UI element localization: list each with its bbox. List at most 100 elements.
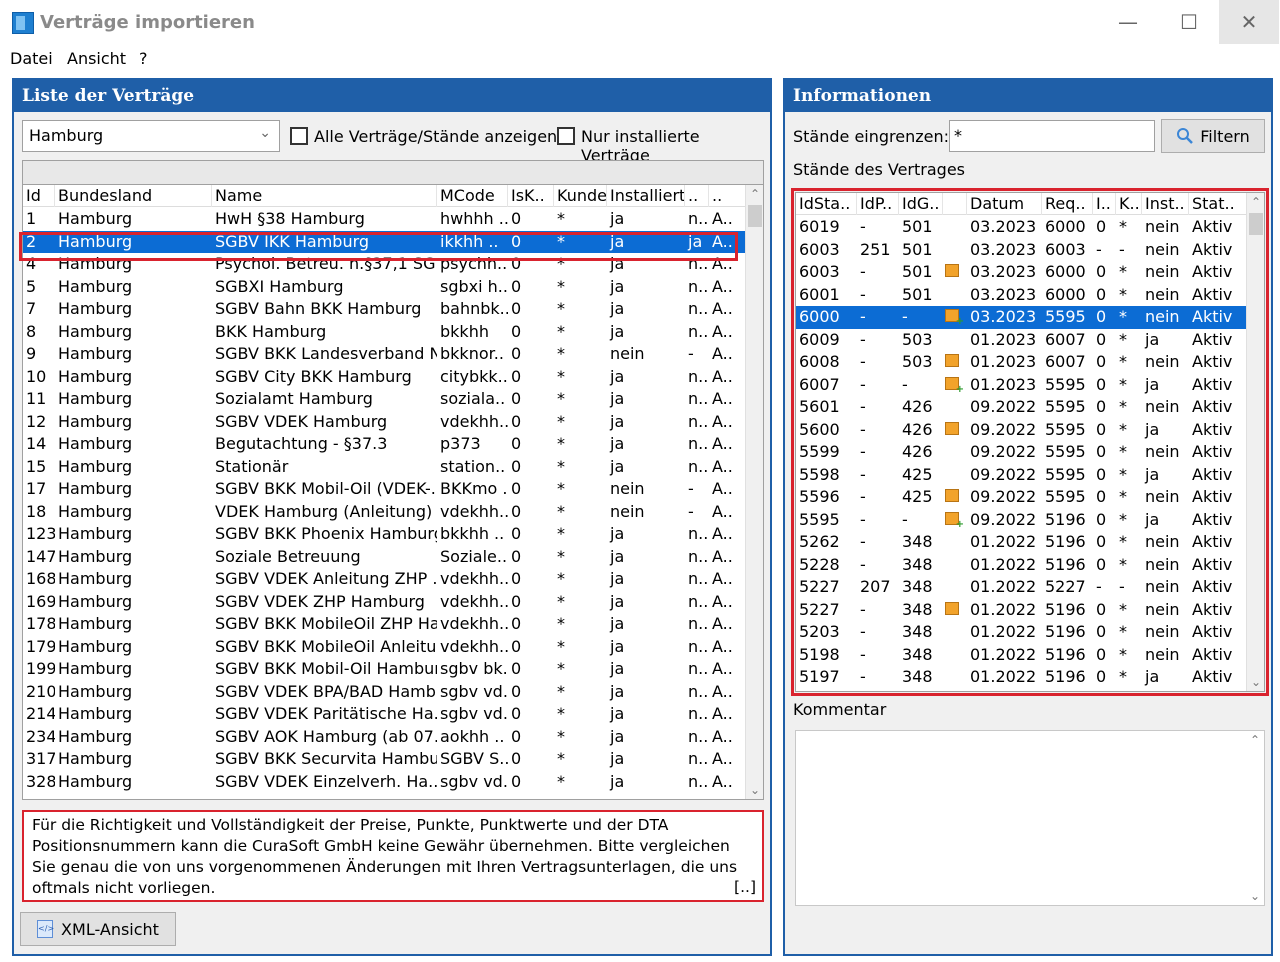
col-isk[interactable]: IsK.. bbox=[508, 185, 554, 207]
table-row[interactable]: 5197 - 348 01.2022 5196 0 * ja Aktiv bbox=[796, 666, 1246, 689]
table-row[interactable]: 17 Hamburg SGBV BKK Mobil-Oil (VDEK-.. BKKm… bbox=[23, 478, 745, 501]
table-row[interactable]: 214 Hamburg SGBV VDEK Paritätische Ha.. sgb… bbox=[23, 703, 745, 726]
table-row[interactable]: 317 Hamburg SGBV BKK Securvita Hambu.. SGBV… bbox=[23, 748, 745, 771]
close-button[interactable]: ✕ bbox=[1219, 0, 1279, 44]
cell-k: * bbox=[1119, 464, 1127, 484]
installed-only-checkbox[interactable] bbox=[557, 127, 575, 145]
table-row[interactable]: 6008 - 503 01.2023 6007 0 * nein Aktiv bbox=[796, 351, 1246, 374]
cell-installiert: ja bbox=[610, 209, 625, 228]
table-row[interactable]: 10 Hamburg SGBV City BKK Hamburg citybkk.. 0… bbox=[23, 366, 745, 389]
menu-datei[interactable]: Datei bbox=[10, 49, 53, 68]
table-row[interactable]: 9 Hamburg SGBV BKK Landesverband N.. bkknor… bbox=[23, 343, 745, 366]
table-row[interactable]: 6007--01.202355950*jaAktiv bbox=[796, 374, 1246, 397]
table-row[interactable]: 14 Hamburg Begutachtung - §37.3 p373 0 * ja n..… bbox=[23, 433, 745, 456]
table-row[interactable]: 199 Hamburg SGBV BKK Mobil-Oil Hamburg sgbv… bbox=[23, 658, 745, 681]
scroll-thumb[interactable] bbox=[1249, 213, 1263, 235]
comment-textarea[interactable]: ⌃ ⌄ bbox=[795, 730, 1265, 906]
table-row[interactable]: 5227 207 348 01.2022 5227- - nein Aktiv bbox=[796, 576, 1246, 599]
cell-stat: Aktiv bbox=[1192, 554, 1233, 574]
table-row[interactable]: 2 Hamburg SGBV IKK Hamburg ikkhh .. 0 * ja ja A.… bbox=[23, 230, 745, 253]
table-row[interactable]: 210 Hamburg SGBV VDEK BPA/BAD Hamb.. sgbv v… bbox=[23, 681, 745, 704]
table-row[interactable]: 179 Hamburg SGBV BKK MobileOil Anleitu.. vd… bbox=[23, 636, 745, 659]
show-all-checkbox[interactable] bbox=[290, 127, 308, 145]
menu-help[interactable]: ? bbox=[139, 49, 148, 68]
table-row[interactable]: 5598- 425 09.2022 5595 0 * ja Aktiv bbox=[796, 464, 1246, 487]
table-row[interactable]: 5596 - 425 09.2022 5595 0 * nein Aktiv bbox=[796, 486, 1246, 509]
col-bundesland[interactable]: Bundesland bbox=[55, 185, 212, 207]
col-stat[interactable]: Stat.. bbox=[1189, 193, 1248, 215]
xml-view-button[interactable]: </> XML-Ansicht bbox=[20, 912, 176, 946]
scroll-up-icon[interactable]: ⌃ bbox=[746, 185, 763, 203]
col-req[interactable]: Req.. bbox=[1042, 193, 1093, 215]
scroll-down-icon[interactable]: ⌄ bbox=[1247, 673, 1264, 691]
filter-button[interactable]: Filtern bbox=[1161, 119, 1265, 153]
col-k[interactable]: K.. bbox=[1116, 193, 1142, 215]
scroll-up-icon[interactable]: ⌃ bbox=[1247, 193, 1264, 211]
table-row[interactable]: 234 Hamburg SGBV AOK Hamburg (ab 07.. aokhh… bbox=[23, 726, 745, 749]
table-row[interactable]: 328 Hamburg SGBV VDEK Einzelverh. Ha.. sgbv… bbox=[23, 771, 745, 794]
table-row[interactable]: 5227- 348 01.2022 5196 0 * nein Aktiv bbox=[796, 599, 1246, 622]
table-row[interactable]: 168 Hamburg SGBV VDEK Anleitung ZHP .. vdek… bbox=[23, 568, 745, 591]
scroll-thumb[interactable] bbox=[748, 205, 762, 227]
col-kunde[interactable]: Kunde bbox=[554, 185, 607, 207]
comment-scrollbar[interactable]: ⌃ ⌄ bbox=[1246, 731, 1264, 905]
col-installiert[interactable]: Installiert bbox=[607, 185, 685, 207]
filter-input[interactable]: * bbox=[949, 120, 1155, 152]
table-row[interactable]: 5203 - 348 01.2022 5196 0 * nein Aktiv bbox=[796, 621, 1246, 644]
table-row[interactable]: 123 Hamburg SGBV BKK Phoenix Hamburg bkkhh … bbox=[23, 523, 745, 546]
table-row[interactable]: 6009- 503 01.2023 6007 0 * ja Aktiv bbox=[796, 329, 1246, 352]
table-row[interactable]: 169 Hamburg SGBV VDEK ZHP Hamburg vdekhh.. 0… bbox=[23, 591, 745, 614]
col-datum[interactable]: Datum bbox=[967, 193, 1042, 215]
cell-i: 0 bbox=[1096, 442, 1107, 461]
col-name[interactable]: Name bbox=[212, 185, 437, 207]
table-row[interactable]: 6003 - 501 03.2023 6000 0 * nein Aktiv bbox=[796, 261, 1246, 284]
table-row[interactable]: 178 Hamburg SGBV BKK MobileOil ZHP Ha.. vde… bbox=[23, 613, 745, 636]
table-row[interactable]: 5198- 348 01.2022 5196 0 * nein Aktiv bbox=[796, 644, 1246, 667]
table-row[interactable]: 6000 - - 03.2023 5595 0 * nein Aktiv bbox=[796, 306, 1246, 329]
table-row[interactable]: 5 Hamburg SGBXI Hamburg sgbxi h.. 0 * ja n.. A.. bbox=[23, 276, 745, 299]
cell-icon bbox=[943, 284, 967, 306]
minimize-button[interactable]: — bbox=[1098, 0, 1158, 44]
table-row[interactable]: 11 Hamburg Sozialamt Hamburg soziala.. 0 * ja n… bbox=[23, 388, 745, 411]
col-id[interactable]: Id bbox=[23, 185, 55, 207]
table-row[interactable]: 6001- 501 03.2023 6000 0 * nein Aktiv bbox=[796, 284, 1246, 307]
state-select[interactable]: Hamburg ⌄ bbox=[22, 120, 280, 152]
col-idp[interactable]: IdP.. bbox=[857, 193, 899, 215]
table-row[interactable]: 6019 - 501 03.2023 6000 0 * nein Aktiv bbox=[796, 216, 1246, 239]
col-i[interactable]: I.. bbox=[1093, 193, 1116, 215]
scroll-down-icon[interactable]: ⌄ bbox=[1246, 887, 1264, 905]
cell-stat: Aktiv bbox=[1192, 239, 1233, 259]
col-extra2[interactable]: .. bbox=[709, 185, 747, 207]
table-row[interactable]: 6003 251 501 03.2023 6003- - nein Aktiv bbox=[796, 239, 1246, 262]
table-row[interactable]: 5228- 348 01.2022 5196 0 * nein Aktiv bbox=[796, 554, 1246, 577]
disclaimer-more-link[interactable]: [..] bbox=[734, 877, 756, 898]
table-row[interactable]: 8 Hamburg BKK Hamburg bkkhh 0 * ja n.. A.. bbox=[23, 321, 745, 344]
table-row[interactable]: 5601 - 426 09.2022 5595 0 * nein Aktiv bbox=[796, 396, 1246, 419]
table-row[interactable]: 4 Hamburg Psychol. Betreu. n.§37,1 SG.. psy… bbox=[23, 253, 745, 276]
col-mcode[interactable]: MCode bbox=[437, 185, 508, 207]
col-inst[interactable]: Inst.. bbox=[1142, 193, 1189, 215]
table-row[interactable]: 147 Hamburg Soziale Betreuung Soziale.. 0 * ja… bbox=[23, 546, 745, 569]
table-row[interactable]: 15 Hamburg Stationär station.. 0 * ja n.. A.. bbox=[23, 456, 745, 479]
table-row[interactable]: 5599 - 426 09.2022 5595 0 * nein Aktiv bbox=[796, 441, 1246, 464]
cell-inst: nein bbox=[1145, 554, 1180, 574]
table-row[interactable]: 18 Hamburg VDEK Hamburg (Anleitung) vdekhh.… bbox=[23, 501, 745, 524]
cell-stat: Aktiv bbox=[1192, 464, 1233, 484]
cell-kunde: * bbox=[557, 501, 565, 521]
contracts-scrollbar[interactable]: ⌃ ⌄ bbox=[745, 185, 763, 799]
table-row[interactable]: 5600- 426 09.2022 5595 0 * ja Aktiv bbox=[796, 419, 1246, 442]
scroll-down-icon[interactable]: ⌄ bbox=[746, 781, 763, 799]
scroll-up-icon[interactable]: ⌃ bbox=[1246, 731, 1264, 749]
col-extra1[interactable]: .. bbox=[685, 185, 709, 207]
table-row[interactable]: 1 Hamburg HwH §38 Hamburg hwhhh .. 0 * ja n.. A.… bbox=[23, 208, 745, 231]
table-row[interactable]: 12 Hamburg SGBV VDEK Hamburg vdekhh.. 0 * ja n.… bbox=[23, 411, 745, 434]
table-row[interactable]: 5595--09.202251960*jaAktiv bbox=[796, 509, 1246, 532]
col-idstand[interactable]: IdSta.. bbox=[796, 193, 857, 215]
table-row[interactable]: 5262 - 348 01.2022 5196 0 * nein Aktiv bbox=[796, 531, 1246, 554]
table-row[interactable]: 7 Hamburg SGBV Bahn BKK Hamburg bahnbk.. 0 * j… bbox=[23, 298, 745, 321]
versions-scrollbar[interactable]: ⌃ ⌄ bbox=[1246, 193, 1264, 691]
col-idg[interactable]: IdG.. bbox=[899, 193, 943, 215]
cell-mcode: bkknor.. bbox=[440, 344, 504, 363]
menu-ansicht[interactable]: Ansicht bbox=[67, 49, 126, 68]
maximize-button[interactable]: ☐ bbox=[1159, 0, 1219, 44]
